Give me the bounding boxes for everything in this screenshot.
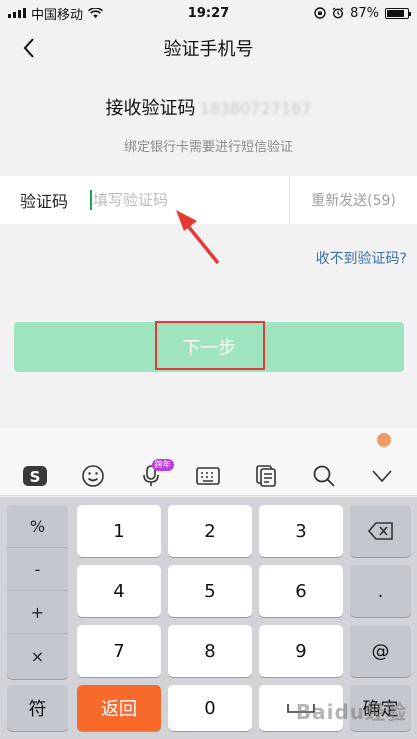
digit-key-4[interactable]: 4	[77, 565, 161, 617]
resend-button[interactable]: 重新发送(59)	[289, 176, 417, 224]
code-label: 验证码	[20, 192, 69, 211]
receive-code-line: 接收验证码 18380727167	[0, 94, 417, 120]
not-received-link[interactable]: 收不到验证码?	[316, 248, 407, 268]
confirm-key[interactable]: 确定	[350, 685, 411, 731]
alarm-icon	[332, 7, 344, 19]
space-icon	[287, 704, 315, 713]
annotation-highlight-box	[155, 321, 265, 370]
status-bar: 中国移动 19:27 87%	[0, 0, 417, 26]
carrier-name: 中国移动	[31, 7, 84, 23]
battery-percent: 87%	[350, 5, 379, 21]
symbol-switch-key[interactable]: 符	[7, 685, 68, 731]
backspace-key[interactable]	[350, 505, 411, 557]
keyboard-toolbar: S 跨年	[0, 456, 417, 496]
symbol-key-plus[interactable]: +	[7, 591, 68, 634]
hand-icon	[377, 433, 391, 447]
digit-key-8[interactable]: 8	[168, 625, 252, 677]
digit-key-6[interactable]: 6	[259, 565, 343, 617]
phone-number: 18380727167	[199, 99, 312, 118]
status-right: 87%	[314, 5, 411, 21]
symbol-key-minus[interactable]: -	[7, 548, 68, 591]
digit-key-0[interactable]: 0	[168, 685, 252, 731]
backspace-icon	[367, 522, 393, 540]
digit-key-3[interactable]: 3	[259, 505, 343, 557]
numeric-keyboard: % - + × 1 2 3 4 5 6 . 7 8 9 @ 符 返回 0 确定 …	[0, 497, 417, 739]
symbol-key-percent[interactable]: %	[7, 505, 68, 548]
symbol-column: % - + ×	[7, 505, 68, 679]
receive-code-label: 接收验证码	[105, 98, 196, 119]
digit-key-5[interactable]: 5	[168, 565, 252, 617]
back-button[interactable]	[14, 32, 44, 64]
status-left: 中国移动	[8, 4, 103, 23]
digit-key-9[interactable]: 9	[259, 625, 343, 677]
digit-key-1[interactable]: 1	[77, 505, 161, 557]
sms-hint: 绑定银行卡需要进行短信验证	[123, 140, 293, 155]
keyboard-icon[interactable]	[193, 461, 223, 491]
search-icon[interactable]	[309, 461, 339, 491]
wifi-icon	[88, 7, 103, 18]
text-caret	[90, 190, 92, 210]
sogou-logo-icon[interactable]: S	[20, 461, 50, 491]
battery-icon	[385, 7, 411, 19]
signal-icon	[8, 8, 26, 18]
new-year-badge: 跨年	[151, 458, 174, 471]
annotation-arrow-icon	[176, 210, 220, 265]
digit-key-7[interactable]: 7	[77, 625, 161, 677]
keyboard-top-bar	[0, 426, 417, 456]
emoji-icon[interactable]	[78, 461, 108, 491]
digit-key-2[interactable]: 2	[168, 505, 252, 557]
nav-bar: 验证手机号	[0, 26, 417, 70]
space-key[interactable]	[259, 685, 343, 731]
collapse-keyboard-icon[interactable]	[367, 461, 397, 491]
chevron-left-icon	[23, 38, 34, 58]
return-key[interactable]: 返回	[77, 685, 161, 731]
page-title: 验证手机号	[163, 39, 254, 60]
svg-text:S: S	[30, 468, 41, 486]
symbol-key-times[interactable]: ×	[7, 635, 68, 678]
at-key[interactable]: @	[350, 625, 411, 677]
rotation-lock-icon	[314, 7, 326, 19]
clipboard-icon[interactable]	[251, 461, 281, 491]
dot-key[interactable]: .	[350, 565, 411, 617]
microphone-icon[interactable]: 跨年	[136, 458, 174, 491]
